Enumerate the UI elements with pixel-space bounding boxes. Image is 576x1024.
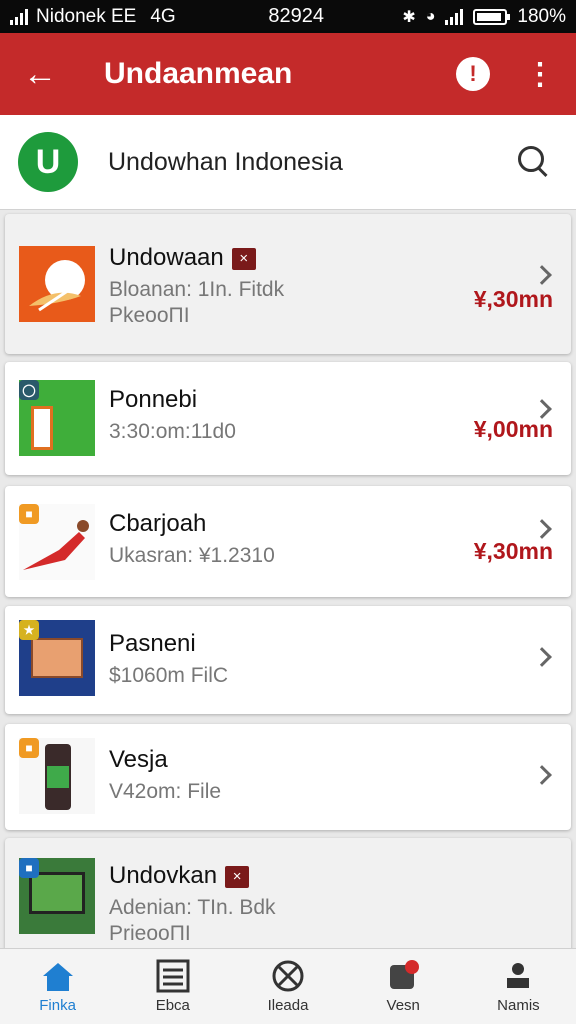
cell-signal-icon [445,8,464,25]
battery-icon [473,8,511,25]
list-item[interactable]: ■ Cbarjoah Ukasran: ¥1.2310 ¥,30mn [5,486,571,597]
list-item[interactable]: ◯ Ponnebi 3:30:om:11d0 ¥,00mn [5,362,571,475]
item-subtitle: $1060m FilC [109,664,229,687]
item-subtitle: V42om: File [109,780,222,803]
nav-label: Namis [497,997,540,1014]
brand-name: Undowhan Indonesia [108,147,343,176]
bottom-nav: Finka Ebca Ileada Vesn Namis [0,948,576,1024]
store-header: U Undowhan Indonesia [0,115,576,210]
item-badge: × [231,248,256,270]
item-subtitle: Adenian: TIn. Bdk [109,896,276,919]
product-thumbnail: ■ [19,738,95,814]
item-price: ¥,00mn [473,416,553,442]
status-bar: Nidonek EE 4G 82924 ✱ ◕ 180% [0,0,576,33]
wifi-icon: ◕ [425,7,436,25]
signal-icon [10,8,28,25]
chevron-right-icon [532,265,552,285]
item-title: Vesja [109,746,168,773]
app-bar: ← Undaanmean ! ⋮ [0,33,576,115]
item-title: Ponnebi [109,386,198,413]
nav-label: Vesn [386,997,420,1014]
item-title: Undowaan [109,244,224,271]
tag-icon: ■ [19,858,39,878]
profile-icon [507,963,530,988]
home-icon [42,963,73,991]
nav-item-list[interactable]: Ebca [115,949,230,1024]
bluetooth-icon: ✱ [402,8,416,26]
cancel-circle-icon [272,960,304,992]
nav-item-cancel[interactable]: Ileada [230,949,345,1024]
status-time: 82924 [268,5,324,27]
item-title: Pasneni [109,630,196,657]
carrier-label: Nidonek EE [36,5,137,27]
nav-label: Finka [39,997,76,1014]
search-icon[interactable] [514,142,554,182]
item-subtitle: Bloanan: 1In. Fitdk [109,278,285,301]
nav-label: Ebca [155,997,190,1014]
nav-label: Ileada [267,997,309,1014]
product-thumbnail: ■ [19,858,95,934]
tag-icon: ■ [19,504,39,524]
list-icon [156,959,190,993]
nav-item-home[interactable]: Finka [0,949,115,1024]
sunburst-image-icon [29,260,85,312]
item-title: Undovkan [109,862,218,889]
item-price: ¥,30mn [473,538,553,564]
product-thumbnail: ★ [19,620,95,696]
item-subtitle-2: PkeooΠI [109,304,190,327]
product-thumbnail: ■ [19,504,95,580]
page-title: Undaanmean [104,57,293,90]
product-list: Undowaan × Bloanan: 1In. Fitdk PkeooΠI ¥,… [0,212,576,948]
item-price: ¥,30mn [473,286,553,312]
back-button[interactable]: ← [0,33,80,115]
notification-icon [390,960,420,989]
product-thumbnail [19,246,95,322]
tag-icon: ■ [19,738,39,758]
list-item[interactable]: Undowaan × Bloanan: 1In. Fitdk PkeooΠI ¥,… [5,214,571,354]
info-button[interactable]: ! [456,57,490,91]
chevron-right-icon [532,765,552,785]
item-subtitle: 3:30:om:11d0 [109,420,236,443]
chevron-right-icon [532,647,552,667]
list-item[interactable]: ■ Undovkan × Adenian: TIn. Bdk PrieooΠI [5,838,571,948]
item-badge: × [225,866,250,888]
brand-logo: U [18,132,78,192]
product-thumbnail: ◯ [19,380,95,456]
tag-icon: ★ [19,620,39,640]
network-label: 4G [150,5,176,27]
list-item[interactable]: ■ Vesja V42om: File [5,724,571,830]
item-subtitle-2: PrieooΠI [109,922,191,945]
item-title: Cbarjoah [109,510,207,537]
item-subtitle: Ukasran: ¥1.2310 [109,544,275,567]
chevron-right-icon [532,519,552,539]
tag-icon: ◯ [19,380,39,400]
more-options-button[interactable]: ⋮ [520,33,560,115]
list-item[interactable]: ★ Pasneni $1060m FilC [5,606,571,714]
nav-item-notifications[interactable]: Vesn [346,949,461,1024]
battery-label: 180% [517,5,566,27]
nav-item-profile[interactable]: Namis [461,949,576,1024]
